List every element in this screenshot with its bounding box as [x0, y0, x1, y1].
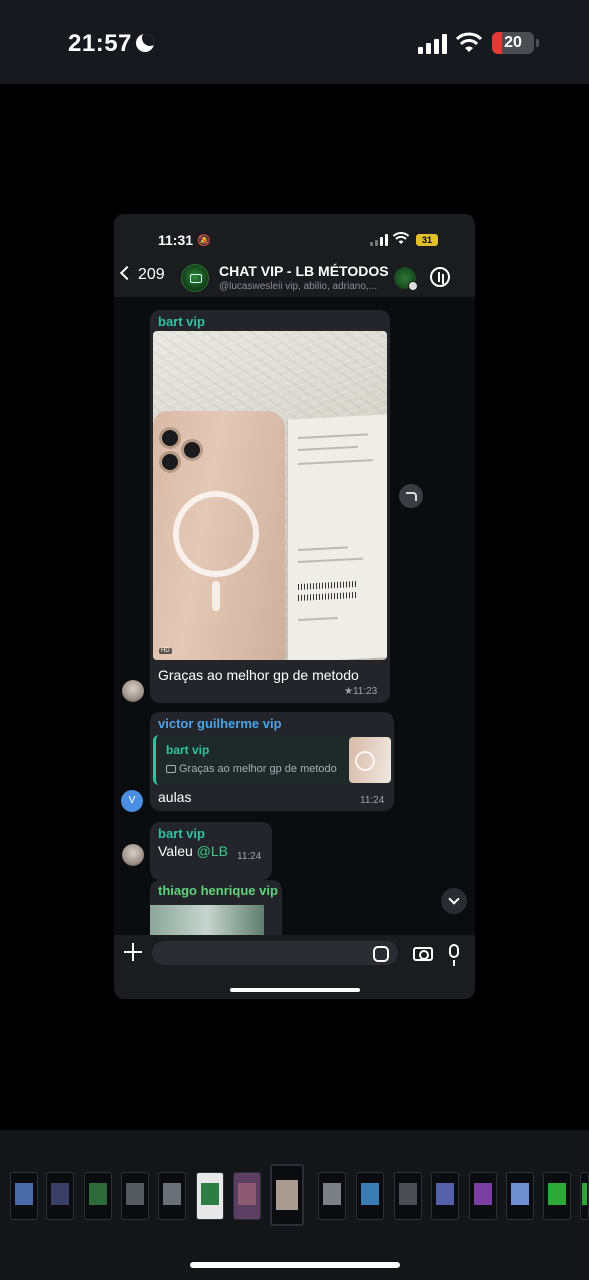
screenshot-thumbnail[interactable]	[580, 1172, 589, 1220]
message-text: aulas	[158, 789, 192, 805]
signal-icon	[370, 234, 388, 246]
message-photo[interactable]: HD	[153, 331, 387, 660]
screenshot-thumbnail[interactable]	[121, 1172, 149, 1220]
chat-header: 209 CHAT VIP - LB MÉTODOS @lucaswesleii …	[114, 258, 475, 298]
sender-name[interactable]: bart vip	[158, 826, 205, 841]
message-text: Graças ao melhor gp de metodo	[158, 667, 359, 683]
outer-status-bar: 21:57 20	[0, 0, 589, 84]
battery-icon: 20	[492, 32, 534, 54]
wifi-icon	[456, 32, 482, 52]
reply-sender: bart vip	[166, 743, 210, 757]
home-indicator	[190, 1262, 400, 1268]
sender-name[interactable]: thiago henrique vip	[158, 883, 278, 898]
reply-text: Graças ao melhor gp de metodo	[166, 763, 337, 775]
group-avatar[interactable]	[181, 264, 209, 292]
reply-thumbnail	[349, 737, 391, 783]
inner-status-time: 11:31	[158, 232, 194, 248]
screenshot-thumbnail[interactable]	[394, 1172, 422, 1220]
screenshot-thumbnail[interactable]	[469, 1172, 497, 1220]
screenshot-thumbnail[interactable]	[233, 1172, 261, 1220]
screenshot-thumbnail[interactable]	[356, 1172, 384, 1220]
screenshot-thumbnail[interactable]	[158, 1172, 186, 1220]
screenshot-thumbnail[interactable]	[431, 1172, 459, 1220]
screenshot-thumbnail-current[interactable]	[270, 1164, 304, 1226]
sticker-icon[interactable]	[373, 946, 389, 962]
screenshot-thumbnail[interactable]	[46, 1172, 74, 1220]
back-count: 209	[138, 266, 165, 283]
screenshot-thumbnail[interactable]	[84, 1172, 112, 1220]
message-time: 11:24	[360, 795, 385, 806]
avatar[interactable]	[122, 844, 144, 866]
scroll-down-icon[interactable]	[441, 888, 467, 914]
camera-icon[interactable]	[413, 947, 433, 961]
chat-screenshot[interactable]: 11:31 🔕 31 209 CHAT VIP - LB MÉTODOS @lu…	[114, 214, 475, 999]
chat-subtitle[interactable]: @lucaswesleii vip, abilio, adriano,...	[219, 281, 389, 292]
hd-badge: HD	[159, 648, 172, 654]
camera-icon	[166, 765, 176, 773]
reply-preview[interactable]: bart vip Graças ao melhor gp de metodo	[153, 735, 393, 785]
message-composer	[114, 935, 475, 999]
message-time: ★11:23	[344, 686, 378, 697]
battery-icon: 31	[416, 234, 438, 246]
message-text: Valeu @LB	[158, 843, 229, 859]
screenshot-thumbnail[interactable]	[318, 1172, 346, 1220]
moon-icon	[136, 34, 154, 52]
share-icon[interactable]	[399, 484, 423, 508]
screenshot-thumbnail[interactable]	[196, 1172, 224, 1220]
screenshot-thumbnail[interactable]	[506, 1172, 534, 1220]
avatar[interactable]: V	[121, 790, 143, 812]
sender-name[interactable]: bart vip	[158, 314, 205, 329]
outer-status-time: 21:57	[68, 30, 132, 57]
message-list[interactable]: bart vip HD Graças ao melhor gp de metod…	[114, 298, 475, 935]
thumbnail-strip	[0, 1130, 589, 1280]
back-chevron-icon	[119, 265, 135, 281]
mute-bell-icon: 🔕	[197, 235, 211, 247]
screenshot-thumbnail[interactable]	[543, 1172, 571, 1220]
avatar[interactable]	[122, 680, 144, 702]
mention-link[interactable]: @LB	[197, 843, 228, 859]
sender-name[interactable]: victor guilherme vip	[158, 716, 282, 731]
home-indicator	[230, 988, 360, 992]
message-time: 11:24	[237, 851, 262, 862]
back-button[interactable]: 209	[119, 265, 165, 284]
voice-chat-icon[interactable]	[430, 267, 450, 287]
chat-title[interactable]: CHAT VIP - LB MÉTODOS	[219, 263, 389, 279]
plus-icon[interactable]	[124, 943, 142, 961]
wifi-icon	[393, 232, 409, 244]
signal-icon	[418, 34, 448, 54]
mic-icon[interactable]	[449, 944, 459, 966]
battery-level: 20	[504, 34, 522, 51]
member-avatar[interactable]	[394, 267, 418, 291]
message-photo[interactable]	[150, 905, 264, 935]
inner-status-bar: 11:31 🔕 31	[114, 214, 475, 258]
screenshot-thumbnail[interactable]	[10, 1172, 38, 1220]
message-input[interactable]	[152, 941, 398, 965]
